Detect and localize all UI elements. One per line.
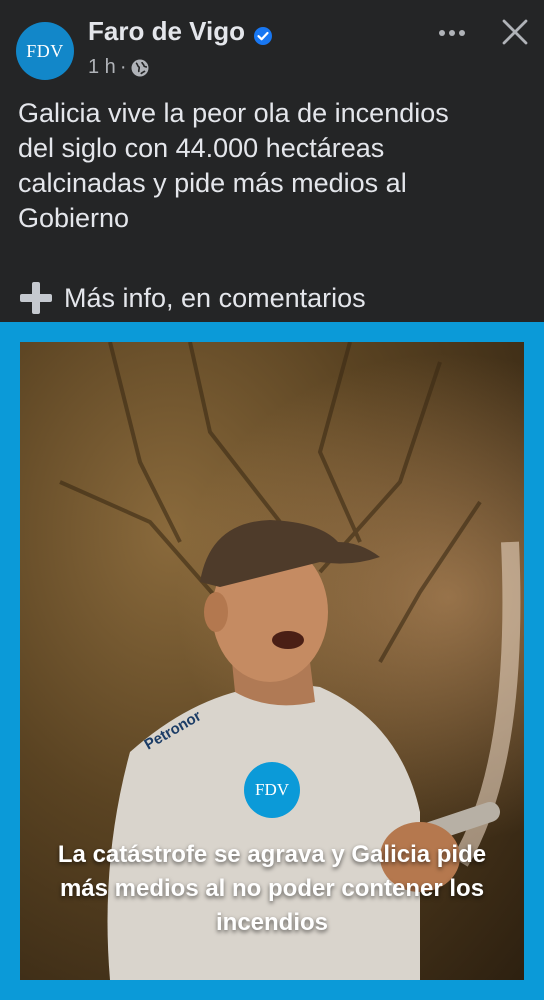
more-info-line: Más info, en comentarios — [18, 280, 366, 316]
post-body: Galicia vive la peor ola de incendios de… — [18, 96, 530, 236]
page-name-link[interactable]: Faro de Vigo — [88, 16, 245, 47]
post-body-line: Gobierno — [18, 203, 130, 233]
globe-icon — [130, 58, 150, 78]
post-body-line: calcinadas y pide más medios al — [18, 168, 407, 198]
more-horizontal-icon — [438, 24, 466, 42]
post-body-line: del siglo con 44.000 hectáreas — [18, 133, 385, 163]
more-options-button[interactable] — [432, 18, 472, 48]
photo-logo-text: FDV — [254, 780, 289, 799]
close-icon — [502, 19, 528, 50]
meta-separator: · — [119, 56, 127, 78]
post-meta: 1 h · — [88, 56, 150, 79]
verified-badge-icon — [253, 22, 273, 45]
post-photo[interactable]: Petronor FDV La catástrofe se agrava y G… — [20, 342, 524, 980]
photo-brand-logo: FDV — [244, 762, 300, 818]
page-name-row: Faro de Vigo — [88, 16, 273, 47]
page-avatar[interactable]: FDV — [16, 22, 74, 80]
more-info-text: Más info, en comentarios — [64, 282, 366, 313]
post-timestamp[interactable]: 1 h — [88, 56, 116, 79]
plus-icon — [18, 280, 54, 316]
photo-caption: La catástrofe se agrava y Galicia pide m… — [57, 841, 487, 936]
post-header: FDV Faro de Vigo 1 h · — [0, 0, 544, 92]
post-body-line: Galicia vive la peor ola de incendios — [18, 98, 449, 128]
close-button[interactable] — [494, 14, 536, 54]
post-media-frame[interactable]: Petronor FDV La catástrofe se agrava y G… — [0, 322, 544, 1000]
avatar-logo-text: FDV — [26, 40, 64, 61]
